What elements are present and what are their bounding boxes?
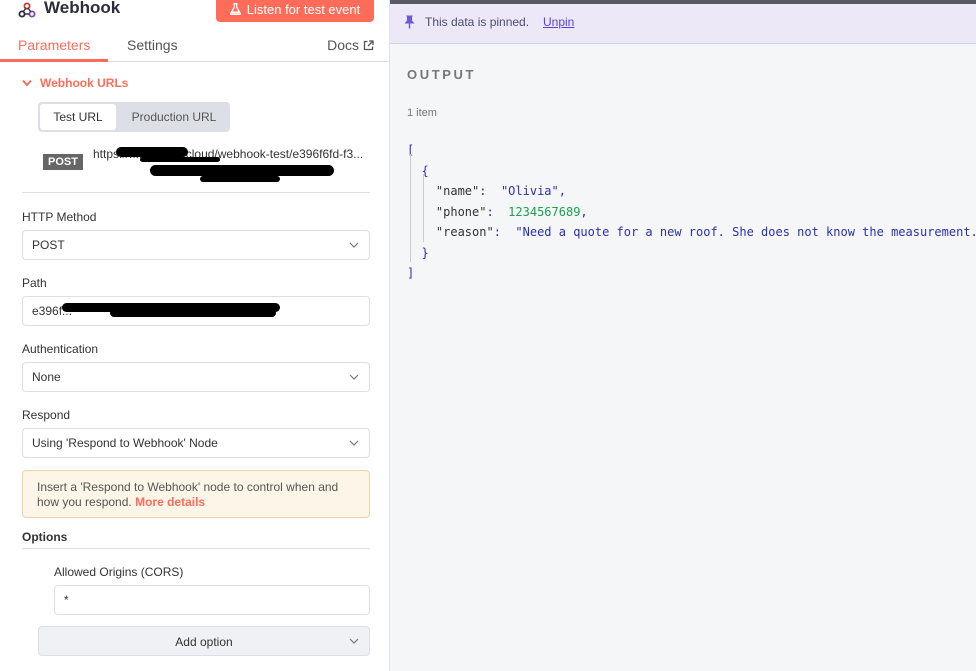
- indent-guide: [410, 154, 411, 262]
- json-array-close: ]: [407, 266, 415, 280]
- active-tab-indicator: [0, 59, 108, 62]
- cors-input[interactable]: *: [54, 585, 370, 615]
- redaction-mark: [116, 147, 188, 157]
- parameter-tabs: Parameters Settings Docs: [0, 30, 389, 62]
- json-object-close: }: [407, 245, 429, 260]
- chevron-down-icon: [22, 79, 32, 87]
- redaction-mark: [150, 165, 334, 176]
- flask-icon: [229, 3, 241, 15]
- url-type-toggle: Test URL Production URL: [38, 102, 230, 132]
- node-title: Webhook: [44, 0, 121, 17]
- tab-parameters[interactable]: Parameters: [18, 37, 90, 53]
- indent-guide: [423, 174, 424, 242]
- respond-select[interactable]: Using 'Respond to Webhook' Node: [22, 428, 370, 458]
- options-label: Options: [22, 530, 68, 544]
- unpin-link[interactable]: Unpin: [543, 15, 574, 29]
- respond-value: Using 'Respond to Webhook' Node: [32, 436, 218, 450]
- json-output: [ { "name": "Olivia", "phone": 123456768…: [407, 140, 976, 284]
- json-value-phone: 1234567689: [508, 204, 581, 219]
- respond-notice: Insert a 'Respond to Webhook' node to co…: [22, 470, 370, 518]
- divider: [22, 548, 370, 549]
- json-object-open: {: [407, 163, 429, 178]
- test-url-option[interactable]: Test URL: [40, 104, 116, 130]
- add-option-label: Add option: [175, 635, 233, 649]
- json-value-reason: "Need a quote for a new roof. She does n…: [515, 225, 976, 239]
- pinned-data-bar: This data is pinned. Unpin: [390, 0, 976, 44]
- pin-notice-text: This data is pinned.: [425, 15, 530, 29]
- respond-label: Respond: [22, 408, 71, 422]
- node-header: Webhook Listen for test event: [0, 0, 389, 28]
- webhook-urls-label: Webhook URLs: [40, 76, 129, 90]
- webhook-urls-toggle[interactable]: Webhook URLs: [22, 76, 128, 90]
- node-parameters-panel: Webhook Listen for test event Parameters…: [0, 0, 390, 671]
- json-row-phone: "phone": 1234567689,: [435, 204, 588, 219]
- listen-for-test-event-button[interactable]: Listen for test event: [216, 0, 374, 22]
- cors-label: Allowed Origins (CORS): [54, 565, 184, 579]
- json-value-name: "Olivia": [500, 184, 559, 198]
- output-title: OUTPUT: [407, 67, 477, 82]
- json-row-reason: "reason": "Need a quote for a new roof. …: [407, 222, 976, 243]
- chevron-down-icon: [349, 242, 359, 248]
- path-label: Path: [22, 276, 47, 290]
- tab-settings[interactable]: Settings: [127, 37, 178, 53]
- docs-link[interactable]: Docs: [327, 37, 374, 53]
- external-link-icon: [363, 39, 374, 50]
- chevron-down-icon: [349, 440, 359, 446]
- chevron-down-icon: [349, 374, 359, 380]
- http-method-badge: POST: [43, 154, 83, 170]
- json-array-open: [: [407, 143, 415, 157]
- divider: [22, 192, 370, 193]
- redaction-mark: [200, 176, 280, 182]
- http-method-value: POST: [32, 238, 65, 252]
- pin-icon: [404, 15, 415, 29]
- authentication-label: Authentication: [22, 342, 99, 356]
- json-row-name: "name": "Olivia",: [435, 184, 566, 198]
- chevron-down-icon: [349, 638, 359, 644]
- authentication-value: None: [32, 370, 61, 384]
- item-count: 1 item: [407, 107, 437, 119]
- docs-label: Docs: [327, 37, 359, 53]
- output-panel: This data is pinned. Unpin OUTPUT 1 item…: [390, 0, 976, 671]
- redaction-mark: [110, 309, 276, 317]
- redaction-mark: [140, 157, 220, 162]
- production-url-option[interactable]: Production URL: [120, 104, 228, 130]
- authentication-select[interactable]: None: [22, 362, 370, 392]
- more-details-link[interactable]: More details: [135, 495, 205, 509]
- http-method-label: HTTP Method: [22, 210, 97, 224]
- listen-button-label: Listen for test event: [246, 1, 361, 17]
- add-option-button[interactable]: Add option: [38, 626, 370, 656]
- webhook-icon: [18, 2, 36, 18]
- http-method-select[interactable]: POST: [22, 230, 370, 260]
- cors-value: *: [64, 593, 69, 607]
